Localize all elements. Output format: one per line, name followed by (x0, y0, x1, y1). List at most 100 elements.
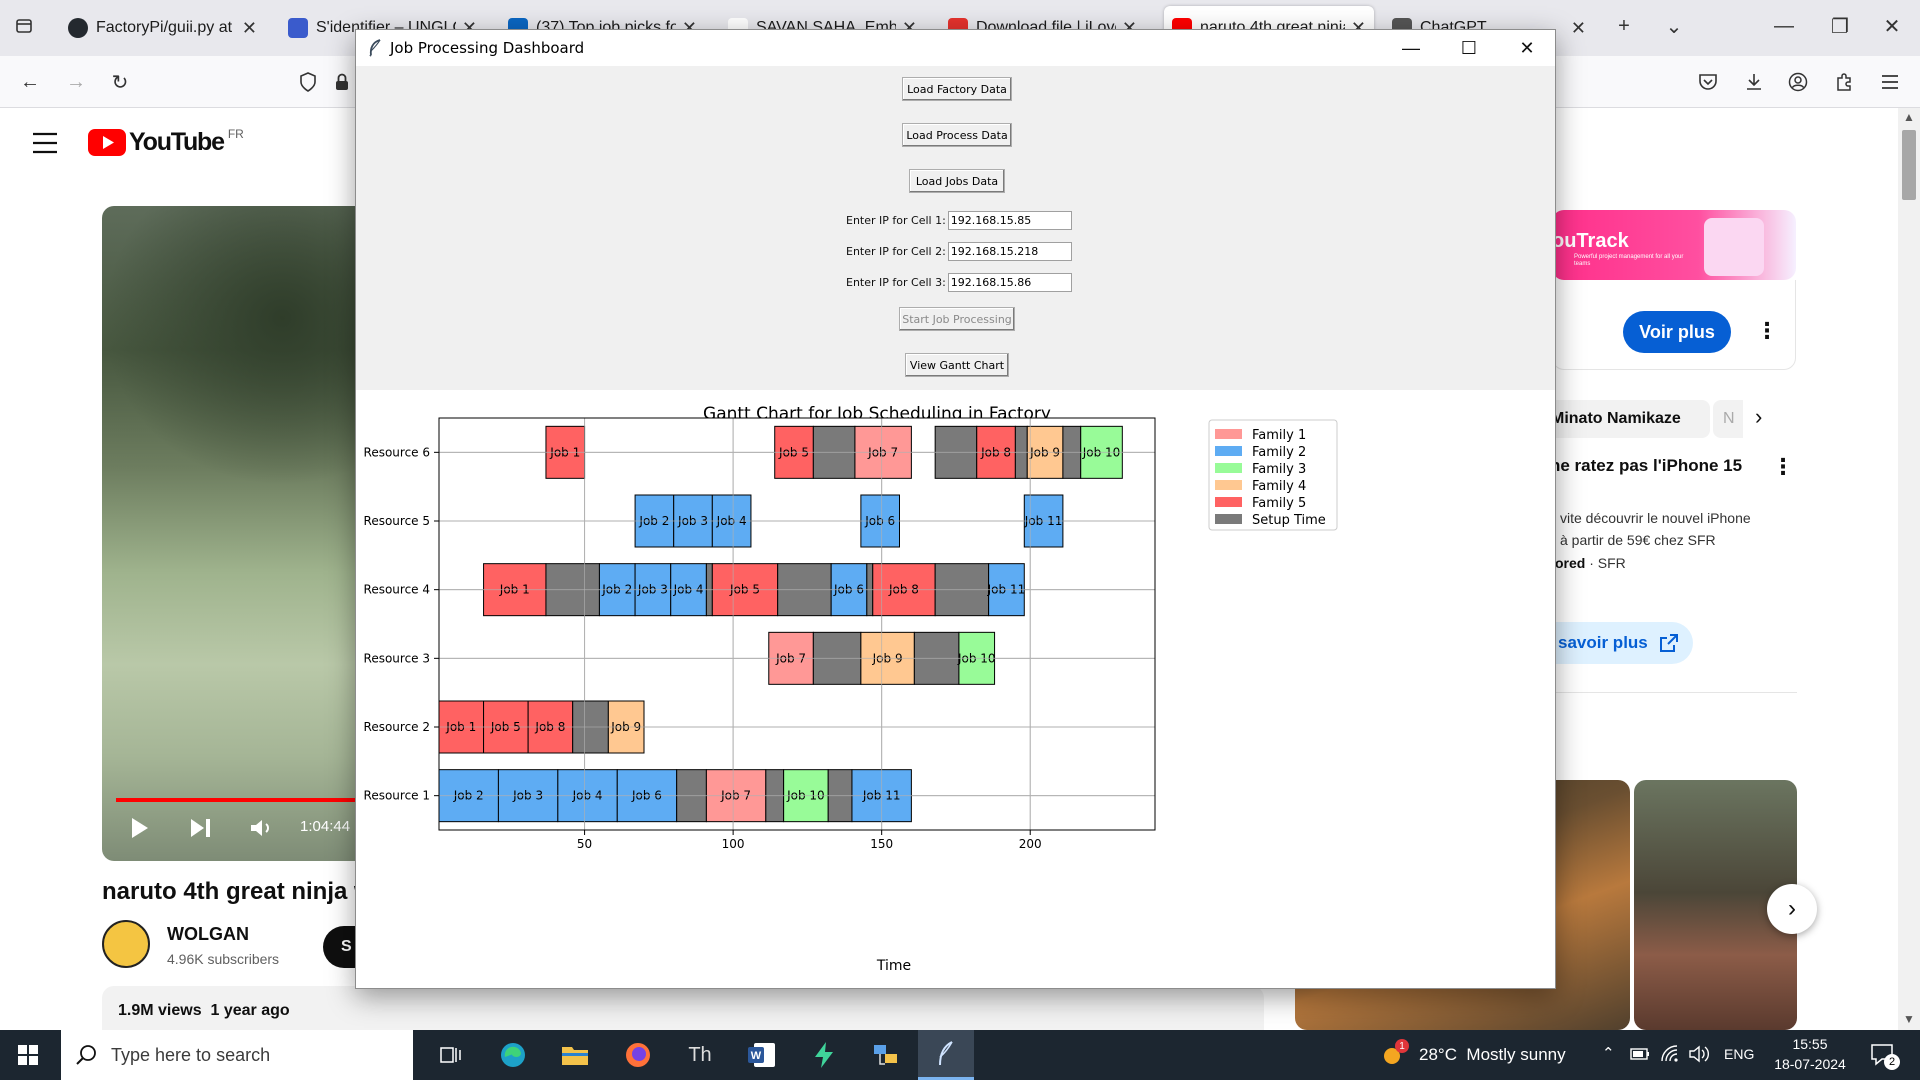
file-explorer-icon[interactable] (547, 1030, 603, 1080)
task-view-icon[interactable] (423, 1030, 479, 1080)
legend-label: Family 2 (1252, 445, 1306, 460)
edge-icon[interactable] (485, 1030, 541, 1080)
x-tick-label: 200 (1019, 837, 1042, 851)
legend-swatch (1215, 446, 1242, 456)
forward-arrow-icon[interactable]: → (60, 66, 92, 98)
window-titlebar[interactable]: Job Processing Dashboard — ☐ ✕ (356, 30, 1555, 66)
window-close-button[interactable]: ✕ (1864, 10, 1920, 42)
hamburger-menu-icon[interactable] (32, 132, 58, 154)
more-vert-icon[interactable]: ⋮ (1756, 318, 1778, 344)
rec-sponsor: ored · SFR (1555, 555, 1626, 571)
channel-name[interactable]: WOLGAN (167, 924, 249, 945)
y-tick-label: Resource 3 (364, 651, 430, 665)
start-job-processing-button[interactable]: Start Job Processing (899, 307, 1015, 331)
ad-banner[interactable]: ouTrack Powerful project management for … (1552, 210, 1796, 280)
account-icon[interactable] (1780, 66, 1816, 98)
scroll-up-icon[interactable]: ▲ (1903, 110, 1915, 124)
windows-taskbar: Type here to search Th W 1 28°C Mostly s… (0, 1030, 1920, 1080)
region-code: FR (227, 126, 244, 141)
menu-icon[interactable] (1872, 66, 1908, 98)
word-icon[interactable]: W (734, 1030, 790, 1080)
learn-more-button[interactable]: savoir plus (1548, 622, 1693, 664)
ip-cell-2-input[interactable] (947, 242, 1072, 261)
clock-time[interactable]: 15:55 (1760, 1036, 1860, 1052)
weather-text[interactable]: 28°C Mostly sunny (1419, 1045, 1566, 1065)
tk-feather-icon[interactable] (918, 1030, 974, 1080)
channel-avatar[interactable] (102, 920, 150, 968)
legend-label: Family 1 (1252, 428, 1306, 443)
page-scrollbar[interactable]: ▲ ▼ (1898, 108, 1920, 1030)
window-title: Job Processing Dashboard (390, 39, 585, 57)
load-factory-data-button[interactable]: Load Factory Data (902, 77, 1012, 101)
windows-start-icon[interactable] (0, 1030, 56, 1080)
rec-sponsor-name: · SFR (1589, 555, 1626, 571)
ip-cell-1-input[interactable] (947, 211, 1072, 230)
reload-icon[interactable]: ↻ (104, 66, 136, 98)
speaker-icon[interactable] (1688, 1044, 1710, 1064)
list-tabs-button[interactable]: ⌄ (1658, 10, 1690, 42)
close-tab-icon[interactable]: ✕ (242, 18, 257, 39)
window-minimize-button[interactable]: — (1756, 10, 1812, 42)
y-tick-label: Resource 1 (364, 789, 430, 803)
new-tab-button[interactable]: + (1608, 10, 1640, 42)
language-indicator[interactable]: ENG (1724, 1046, 1754, 1062)
back-arrow-icon[interactable]: ← (14, 66, 46, 98)
load-process-data-button[interactable]: Load Process Data (902, 123, 1012, 147)
tab-github[interactable]: FactoryPi/guii.py at m ✕ (60, 6, 265, 50)
video-time: 1:04:44 (300, 818, 351, 835)
youtube-wordmark: YouTube (129, 128, 225, 156)
lock-icon[interactable] (326, 66, 358, 98)
chevron-up-icon[interactable]: ⌃ (1602, 1044, 1615, 1062)
rec-sponsor-tag: ored (1555, 555, 1586, 571)
x-tick-label: 100 (722, 837, 745, 851)
window-maximize-button[interactable]: ❐ (1812, 10, 1868, 42)
legend-swatch (1215, 514, 1242, 524)
gantt-chart: Gantt Chart for Job Scheduling in Factor… (364, 404, 1338, 974)
typora-icon[interactable]: Th (672, 1030, 728, 1080)
downloads-icon[interactable] (1736, 66, 1772, 98)
thonny-icon[interactable] (796, 1030, 852, 1080)
description-box[interactable]: 1.9M views 1 year ago (102, 986, 1264, 1030)
next-icon[interactable] (190, 818, 212, 838)
ip-cell-1-label: Enter IP for Cell 1: (846, 214, 946, 227)
dashboard-close-button[interactable]: ✕ (1498, 30, 1556, 66)
scrollbar-thumb[interactable] (1902, 130, 1916, 200)
volume-icon[interactable] (250, 818, 276, 838)
load-jobs-data-button[interactable]: Load Jobs Data (909, 169, 1005, 193)
subscriber-count: 4.96K subscribers (167, 951, 280, 967)
firefox-icon[interactable] (610, 1030, 666, 1080)
legend-label: Family 5 (1252, 496, 1306, 511)
ip-cell-3-input[interactable] (947, 273, 1072, 292)
legend-swatch (1215, 480, 1242, 490)
dashboard-minimize-button[interactable]: — (1382, 30, 1440, 66)
job-dashboard-window: Job Processing Dashboard — ☐ ✕ Load Fact… (355, 29, 1556, 989)
clock-date[interactable]: 18-07-2024 (1760, 1056, 1860, 1072)
scroll-down-icon[interactable]: ▼ (1903, 1012, 1915, 1026)
x-tick-label: 50 (577, 837, 592, 851)
play-icon[interactable] (130, 816, 150, 840)
ad-cta-button[interactable]: Voir plus (1623, 311, 1731, 353)
wifi-icon[interactable] (1660, 1044, 1680, 1064)
tracking-shield-icon[interactable] (292, 66, 324, 98)
tab-overview-icon[interactable] (8, 10, 40, 42)
youtube-logo[interactable]: YouTube FR (88, 126, 244, 157)
view-gantt-chart-button[interactable]: View Gantt Chart (905, 353, 1009, 377)
chip-minato[interactable]: Minato Namikaze (1545, 400, 1710, 438)
close-tab-icon[interactable]: ✕ (1571, 18, 1586, 39)
dashboard-maximize-button[interactable]: ☐ (1440, 30, 1498, 66)
rec-title[interactable]: ne ratez pas l'iPhone 15 (1550, 456, 1742, 476)
gantt-chart-canvas: Gantt Chart for Job Scheduling in Factor… (356, 390, 1555, 988)
network-app-icon[interactable] (858, 1030, 914, 1080)
pocket-icon[interactable] (1690, 66, 1726, 98)
extensions-icon[interactable] (1826, 66, 1862, 98)
open-external-icon (1659, 634, 1678, 652)
ip-cell-1-row: Enter IP for Cell 1: (846, 211, 1072, 230)
carousel-next-icon[interactable]: › (1767, 884, 1817, 934)
more-vert-icon[interactable]: ⋮ (1772, 454, 1794, 480)
chip-next[interactable]: N (1713, 400, 1743, 438)
battery-icon[interactable] (1630, 1046, 1650, 1062)
legend-swatch (1215, 497, 1242, 507)
taskbar-search-box[interactable]: Type here to search (61, 1030, 413, 1080)
rec-desc-2: à partir de 59€ chez SFR (1560, 532, 1716, 548)
chevron-right-icon[interactable]: › (1755, 404, 1762, 430)
